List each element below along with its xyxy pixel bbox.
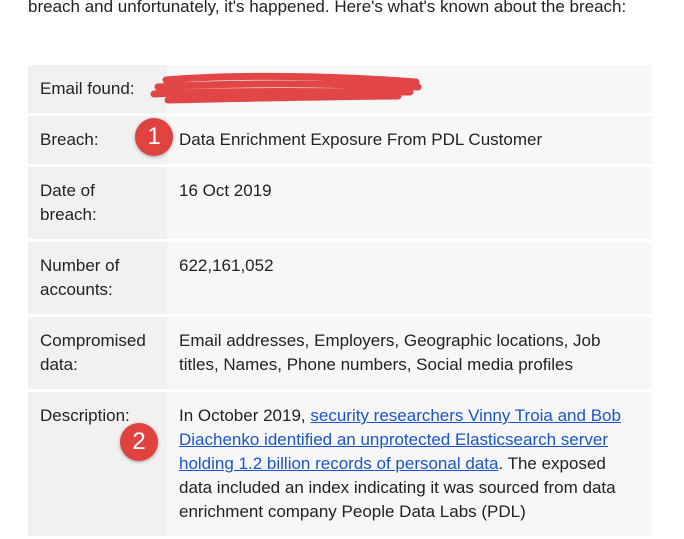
row-compromised: Compromised data: Email addresses, Emplo… bbox=[28, 317, 652, 389]
description-prefix: In October 2019, bbox=[179, 406, 311, 425]
accounts-label: Number of accounts: bbox=[28, 242, 167, 314]
annotation-marker-1: 1 bbox=[135, 118, 173, 156]
email-label: Email found: bbox=[28, 65, 167, 113]
row-date: Date of breach: 16 Oct 2019 bbox=[28, 167, 652, 239]
date-label: Date of breach: bbox=[28, 167, 167, 239]
row-description: Description: In October 2019, security r… bbox=[28, 392, 652, 536]
row-breach: Breach: Data Enrichment Exposure From PD… bbox=[28, 116, 652, 164]
redaction-scribble bbox=[150, 72, 422, 104]
accounts-value: 622,161,052 bbox=[167, 242, 652, 314]
description-label: Description: bbox=[28, 392, 167, 536]
compromised-value: Email addresses, Employers, Geographic l… bbox=[167, 317, 652, 389]
intro-text: breach and unfortunately, it's happened.… bbox=[28, 0, 627, 16]
date-value: 16 Oct 2019 bbox=[167, 167, 652, 239]
breach-value: Data Enrichment Exposure From PDL Custom… bbox=[167, 116, 652, 164]
compromised-label: Compromised data: bbox=[28, 317, 167, 389]
row-accounts: Number of accounts: 622,161,052 bbox=[28, 242, 652, 314]
annotation-marker-2: 2 bbox=[120, 423, 158, 461]
breach-details-table: Email found: Breach: Data Enrichment Exp… bbox=[28, 62, 652, 539]
description-value: In October 2019, security researchers Vi… bbox=[167, 392, 652, 536]
